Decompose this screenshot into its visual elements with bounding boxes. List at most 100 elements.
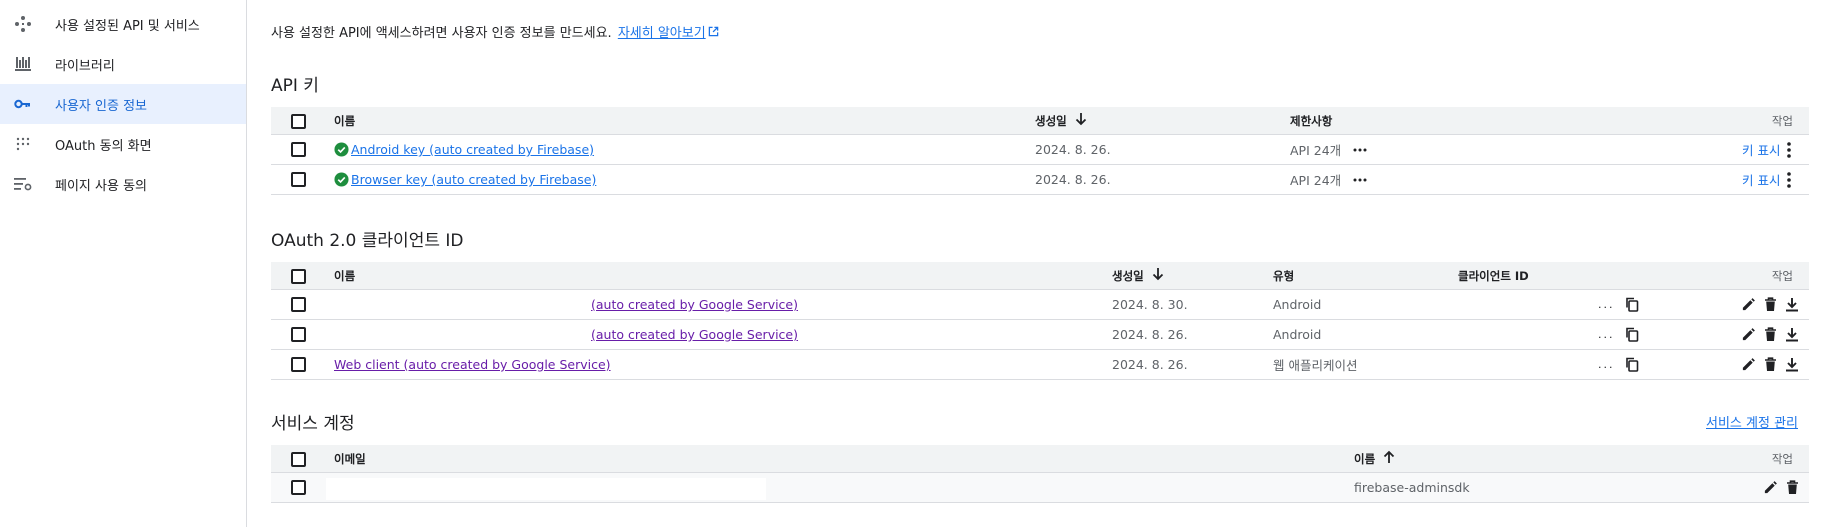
delete-icon[interactable] xyxy=(1759,290,1781,319)
oauth-title: OAuth 2.0 클라이언트 ID xyxy=(271,231,464,251)
delete-icon[interactable] xyxy=(1759,320,1781,349)
more-restrictions-icon[interactable] xyxy=(1353,135,1367,164)
col-header-email: 이메일 xyxy=(334,451,366,466)
col-header-created[interactable]: 생성일 xyxy=(1112,262,1164,289)
more-vert-icon[interactable] xyxy=(1787,165,1791,194)
name-cell: Browser key (auto created by Firebase) xyxy=(334,165,596,194)
row-checkbox[interactable] xyxy=(291,357,306,372)
col-header-name: 이름 xyxy=(334,113,356,128)
delete-icon[interactable] xyxy=(1759,350,1781,379)
select-all-checkbox[interactable] xyxy=(291,452,306,467)
service-accounts-table: 이메일 이름 작업 firebase-adminsdk xyxy=(271,445,1809,503)
arrow-down-icon xyxy=(1152,267,1164,284)
client-id-value: ... xyxy=(1598,298,1615,311)
table-row: Browser key (auto created by Firebase) 2… xyxy=(271,165,1809,195)
download-icon[interactable] xyxy=(1781,320,1803,349)
col-header-name[interactable]: 이름 xyxy=(1354,445,1395,472)
manage-service-accounts-link[interactable]: 서비스 계정 관리 xyxy=(1706,412,1798,431)
nav-label-oauth-consent: OAuth 동의 화면 xyxy=(55,138,152,154)
nav-label-library: 라이브러리 xyxy=(55,58,115,74)
copy-icon[interactable] xyxy=(1621,290,1643,319)
oauth-client-name-link[interactable]: (auto created by Google Service) xyxy=(591,327,798,342)
client-type: 웹 애플리케이션 xyxy=(1273,358,1358,373)
nav-label-enabled-apis: 사용 설정된 API 및 서비스 xyxy=(55,18,200,34)
intro-description: 사용 설정한 API에 액세스하려면 사용자 인증 정보를 만드세요. xyxy=(271,26,612,41)
col-header-created-label: 생성일 xyxy=(1035,113,1067,128)
table-row: Android key (auto created by Firebase) 2… xyxy=(271,135,1809,165)
external-link-icon xyxy=(708,26,719,41)
left-nav-sidebar: 사용 설정된 API 및 서비스 라이브러리 사용자 인증 정보 OAuth 동… xyxy=(0,0,247,527)
more-vert-icon[interactable] xyxy=(1787,135,1791,164)
check-circle-icon xyxy=(334,172,349,187)
row-checkbox[interactable] xyxy=(291,327,306,342)
key-icon xyxy=(14,96,32,112)
delete-icon[interactable] xyxy=(1781,473,1803,502)
api-key-name-link[interactable]: Browser key (auto created by Firebase) xyxy=(351,172,596,187)
service-account-name: firebase-adminsdk xyxy=(1354,480,1470,495)
created-date: 2024. 8. 26. xyxy=(1112,357,1188,372)
show-key-button[interactable]: 키 표시 xyxy=(1742,135,1780,164)
nav-item-credentials[interactable]: 사용자 인증 정보 xyxy=(0,84,246,124)
arrow-down-icon xyxy=(1075,112,1087,129)
oauth-client-name-link[interactable]: Web client (auto created by Google Servi… xyxy=(334,357,611,372)
table-header: 이름 생성일 제한사항 작업 xyxy=(271,107,1809,135)
copy-icon[interactable] xyxy=(1621,350,1643,379)
restrictions-value: API 24개 xyxy=(1290,143,1342,158)
name-cell: (auto created by Google Service) xyxy=(591,320,798,349)
nav-item-library[interactable]: 라이브러리 xyxy=(0,44,246,84)
col-header-name: 이름 xyxy=(334,268,356,283)
nav-label-page-consent: 페이지 사용 동의 xyxy=(55,178,147,194)
col-header-created[interactable]: 생성일 xyxy=(1035,107,1087,134)
col-header-actions: 작업 xyxy=(1771,268,1793,283)
col-header-client-id: 클라이언트 ID xyxy=(1458,268,1529,283)
name-cell: Android key (auto created by Firebase) xyxy=(334,135,594,164)
nav-item-oauth-consent[interactable]: OAuth 동의 화면 xyxy=(0,124,246,164)
created-date: 2024. 8. 30. xyxy=(1112,297,1188,312)
col-header-name-label: 이름 xyxy=(1354,451,1376,466)
table-header: 이메일 이름 작업 xyxy=(271,445,1809,473)
col-header-type: 유형 xyxy=(1273,268,1295,283)
select-all-checkbox[interactable] xyxy=(291,114,306,129)
row-checkbox[interactable] xyxy=(291,172,306,187)
client-type: Android xyxy=(1273,297,1322,312)
client-id-value: ... xyxy=(1598,358,1615,371)
show-key-button[interactable]: 키 표시 xyxy=(1742,165,1780,194)
col-header-actions: 작업 xyxy=(1771,451,1793,466)
created-date: 2024. 8. 26. xyxy=(1035,172,1111,187)
download-icon[interactable] xyxy=(1781,350,1803,379)
edit-icon[interactable] xyxy=(1737,350,1759,379)
api-key-name-link[interactable]: Android key (auto created by Firebase) xyxy=(351,142,594,157)
table-row: Web client (auto created by Google Servi… xyxy=(271,350,1809,380)
edit-icon[interactable] xyxy=(1737,290,1759,319)
arrow-up-icon xyxy=(1383,450,1395,467)
edit-icon[interactable] xyxy=(1759,473,1781,502)
col-header-actions: 작업 xyxy=(1771,113,1793,128)
col-header-created-label: 생성일 xyxy=(1112,268,1144,283)
library-icon xyxy=(14,56,32,72)
table-row: (auto created by Google Service) 2024. 8… xyxy=(271,320,1809,350)
table-row: (auto created by Google Service) 2024. 8… xyxy=(271,290,1809,320)
api-keys-title: API 키 xyxy=(271,76,319,96)
edit-icon[interactable] xyxy=(1737,320,1759,349)
page-settings-icon xyxy=(14,176,32,192)
oauth-client-name-link[interactable]: (auto created by Google Service) xyxy=(591,297,798,312)
select-all-checkbox[interactable] xyxy=(291,269,306,284)
row-checkbox[interactable] xyxy=(291,480,306,495)
nav-label-credentials: 사용자 인증 정보 xyxy=(55,98,147,114)
copy-icon[interactable] xyxy=(1621,320,1643,349)
created-date: 2024. 8. 26. xyxy=(1112,327,1188,342)
email-cell[interactable] xyxy=(326,478,766,500)
created-date: 2024. 8. 26. xyxy=(1035,142,1111,157)
more-restrictions-icon[interactable] xyxy=(1353,165,1367,194)
main-content: 사용 설정한 API에 액세스하려면 사용자 인증 정보를 만드세요. 자세히 … xyxy=(248,0,1834,527)
download-icon[interactable] xyxy=(1781,290,1803,319)
check-circle-icon xyxy=(334,142,349,157)
nav-item-enabled-apis[interactable]: 사용 설정된 API 및 서비스 xyxy=(0,4,246,44)
intro-text: 사용 설정한 API에 액세스하려면 사용자 인증 정보를 만드세요. 자세히 … xyxy=(271,22,719,41)
nav-item-page-consent[interactable]: 페이지 사용 동의 xyxy=(0,164,246,204)
learn-more-link[interactable]: 자세히 알아보기 xyxy=(618,26,706,41)
oauth-dots-icon xyxy=(14,136,32,152)
row-checkbox[interactable] xyxy=(291,297,306,312)
row-checkbox[interactable] xyxy=(291,142,306,157)
client-type: Android xyxy=(1273,327,1322,342)
